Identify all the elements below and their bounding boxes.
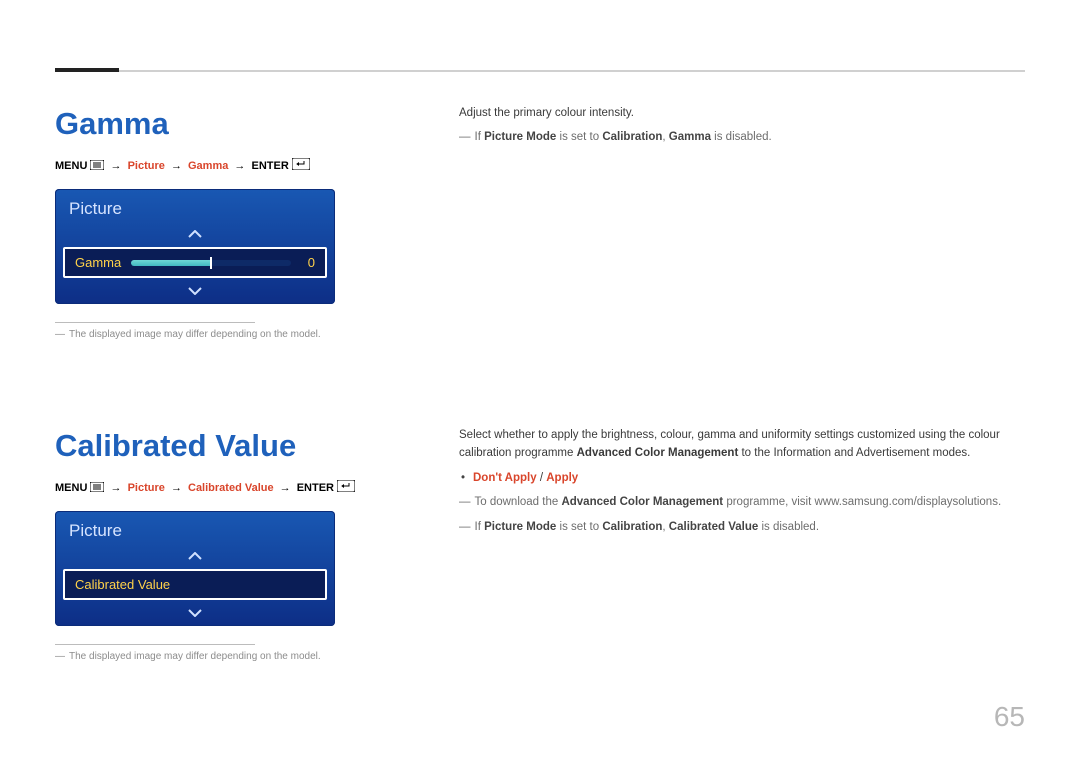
calibrated-osd-panel: Picture Calibrated Value [55, 511, 335, 626]
arrow-icon: → [108, 160, 125, 172]
gamma-note: ―If Picture Mode is set to Calibration, … [459, 128, 1025, 146]
osd-up-arrow[interactable] [55, 225, 335, 247]
dash-icon: ― [55, 651, 69, 662]
osd-down-arrow[interactable] [55, 604, 335, 626]
menu-icon [90, 482, 104, 495]
calibrated-nav-path: MENU → Picture → Calibrated Value → ENTE… [55, 480, 435, 495]
calibrated-right-column: Select whether to apply the brightness, … [459, 420, 1025, 662]
calibrated-description: Select whether to apply the brightness, … [459, 426, 1025, 463]
disclaimer-rule [55, 644, 255, 645]
arrow-icon: → [108, 482, 125, 494]
gamma-heading: Gamma [55, 106, 435, 142]
calibrated-options: Don't Apply / Apply [459, 469, 1025, 487]
osd-gamma-row[interactable]: Gamma 0 [63, 247, 327, 278]
osd-title: Picture [55, 511, 335, 547]
gamma-osd-panel: Picture Gamma 0 [55, 189, 335, 304]
enter-icon [337, 480, 355, 495]
gamma-slider[interactable] [131, 260, 291, 266]
page-top-rule [55, 70, 1025, 72]
calibrated-disabled-note: ―If Picture Mode is set to Calibration, … [459, 518, 1025, 536]
dash-icon: ― [459, 521, 475, 533]
gamma-right-column: Adjust the primary colour intensity. ―If… [459, 98, 1025, 340]
arrow-icon: → [168, 160, 185, 172]
menu-icon [90, 160, 104, 173]
gamma-disclaimer: ―The displayed image may differ dependin… [55, 329, 435, 340]
osd-row-label: Gamma [75, 255, 121, 270]
page-number: 65 [994, 701, 1025, 733]
option-dont-apply: Don't Apply [473, 472, 537, 484]
calibrated-disclaimer: ―The displayed image may differ dependin… [55, 651, 435, 662]
calibrated-heading: Calibrated Value [55, 428, 435, 464]
enter-icon [292, 158, 310, 173]
osd-row-label: Calibrated Value [75, 577, 170, 592]
gamma-nav-path: MENU → Picture → Gamma → ENTER [55, 158, 435, 173]
osd-up-arrow[interactable] [55, 547, 335, 569]
nav-enter-label: ENTER [251, 160, 288, 172]
nav-picture: Picture [128, 482, 165, 494]
nav-enter-label: ENTER [297, 482, 334, 494]
nav-gamma: Gamma [188, 160, 228, 172]
arrow-icon: → [277, 482, 294, 494]
osd-calibrated-row[interactable]: Calibrated Value [63, 569, 327, 600]
arrow-icon: → [168, 482, 185, 494]
gamma-value: 0 [301, 255, 315, 270]
gamma-slider-fill [131, 260, 211, 266]
gamma-slider-handle[interactable] [210, 257, 212, 269]
option-apply: Apply [546, 472, 578, 484]
dash-icon: ― [459, 131, 475, 143]
calibrated-left-column: Calibrated Value MENU → Picture → Calibr… [55, 420, 435, 662]
osd-down-arrow[interactable] [55, 282, 335, 304]
dash-icon: ― [55, 329, 69, 340]
nav-menu-label: MENU [55, 482, 87, 494]
nav-picture: Picture [128, 160, 165, 172]
nav-calibrated-value: Calibrated Value [188, 482, 274, 494]
calibrated-download-note: ―To download the Advanced Color Manageme… [459, 493, 1025, 511]
page-top-rule-accent [55, 68, 119, 72]
osd-title: Picture [55, 189, 335, 225]
nav-menu-label: MENU [55, 160, 87, 172]
gamma-description: Adjust the primary colour intensity. [459, 104, 1025, 122]
arrow-icon: → [231, 160, 248, 172]
disclaimer-rule [55, 322, 255, 323]
dash-icon: ― [459, 496, 475, 508]
gamma-left-column: Gamma MENU → Picture → Gamma → ENTER Pic… [55, 98, 435, 340]
